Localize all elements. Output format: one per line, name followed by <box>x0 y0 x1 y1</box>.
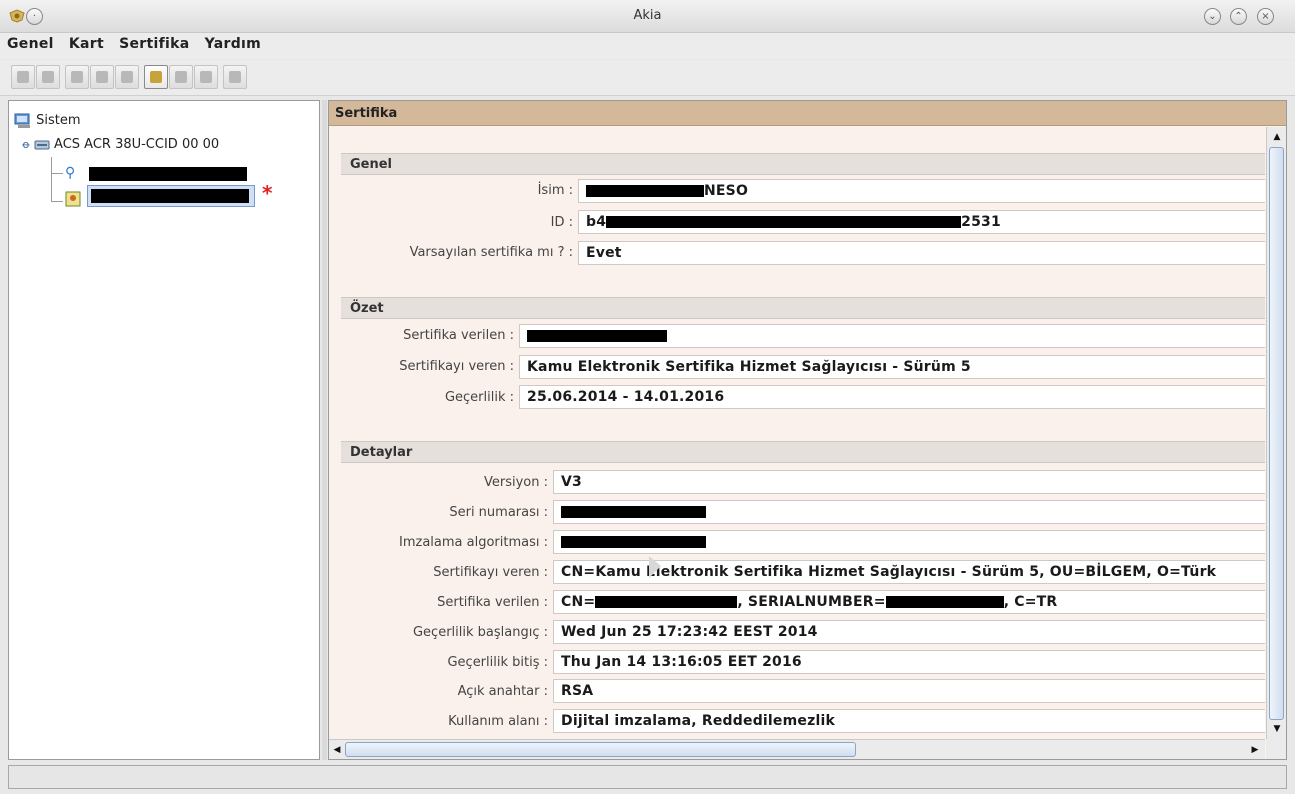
menu-genel[interactable]: Genel <box>0 33 57 52</box>
field-versiyon[interactable]: V3 <box>553 470 1265 494</box>
field-sertifikayi-veren[interactable]: Kamu Elektronik Sertifika Hizmet Sağlayı… <box>519 355 1265 379</box>
title-bar: · Akia ⌄ ⌃ × <box>0 0 1295 33</box>
redacted-text <box>606 216 962 228</box>
field-seri-numarasi[interactable] <box>553 500 1265 524</box>
maximize-button[interactable]: ⌃ <box>1230 8 1247 25</box>
field-id[interactable]: b4 2531 <box>578 210 1265 234</box>
label-kullanim-alani: Kullanım alanı : <box>448 714 548 729</box>
label-sertifika-verilen: Sertifika verilen : <box>403 328 514 343</box>
redacted-text <box>561 506 706 518</box>
label-id: ID : <box>550 215 573 230</box>
label-acik-anahtar: Açık anahtar : <box>457 684 548 699</box>
horizontal-scrollbar[interactable]: ◀ ▶ <box>329 739 1265 759</box>
label-sertifikayi-veren-detay: Sertifikayı veren : <box>433 565 548 580</box>
certificate-export-icon[interactable] <box>169 65 193 89</box>
certificate-details: Genel İsim : NESO ID : b4 2531 Varsayılan… <box>329 127 1265 739</box>
field-acik-anahtar[interactable]: RSA <box>553 679 1265 703</box>
lock-icon[interactable] <box>115 65 139 89</box>
tree-item-sistem[interactable]: Sistem <box>14 111 81 131</box>
field-kullanim-alani[interactable]: Dijital imzalama, Reddedilemezlik <box>553 709 1265 733</box>
scroll-right-icon[interactable]: ▶ <box>1247 742 1263 758</box>
menu-sertifika[interactable]: Sertifika <box>111 33 192 52</box>
label-versiyon: Versiyon : <box>483 475 548 490</box>
tree-item-certificate[interactable] <box>65 189 81 209</box>
menu-bar: Genel Kart Sertifika Yardım <box>0 33 1295 59</box>
label-gecerlilik-baslangic: Geçerlilik başlangıç : <box>412 625 548 640</box>
panel-title: Sertifika <box>329 101 1286 126</box>
vertical-scroll-thumb[interactable] <box>1269 147 1284 720</box>
field-gecerlilik-bitis[interactable]: Thu Jan 14 13:16:05 EET 2016 <box>553 650 1265 674</box>
label-isim: İsim : <box>537 183 573 198</box>
tree-connector <box>51 173 63 174</box>
card-reader-icon <box>34 140 50 149</box>
label-varsayilan: Varsayılan sertifika mı ? : <box>409 245 573 260</box>
section-genel-header: Genel <box>341 153 1265 175</box>
mouse-cursor-icon <box>649 556 661 578</box>
menu-yardim[interactable]: Yardım <box>197 33 264 52</box>
certificate-delete-icon[interactable] <box>223 65 247 89</box>
menu-kart[interactable]: Kart <box>61 33 107 52</box>
field-isim[interactable]: NESO <box>578 179 1265 203</box>
field-gecerlilik[interactable]: 25.06.2014 - 14.01.2016 <box>519 385 1265 409</box>
tree-item-label: Sistem <box>36 113 81 128</box>
label-imzalama-algoritmasi: Imzalama algoritması : <box>399 535 548 550</box>
card-connect-icon[interactable] <box>11 65 35 89</box>
default-certificate-marker-icon: * <box>262 181 273 205</box>
certificate-icon <box>65 191 81 206</box>
minimize-button[interactable]: ⌄ <box>1204 8 1221 25</box>
section-ozet-header: Özet <box>341 297 1265 319</box>
field-varsayilan[interactable]: Evet <box>578 241 1265 265</box>
certificate-panel: Sertifika Genel İsim : NESO ID : b4 2531 … <box>328 100 1287 760</box>
section-detaylar-header: Detaylar <box>341 441 1265 463</box>
scroll-down-icon[interactable]: ▼ <box>1269 721 1285 737</box>
redacted-text <box>91 189 249 203</box>
horizontal-scroll-thumb[interactable] <box>345 742 856 757</box>
close-button[interactable]: × <box>1257 8 1274 25</box>
splitter[interactable] <box>322 100 327 760</box>
tree-connector <box>51 157 52 202</box>
scrollbar-corner <box>1266 739 1286 759</box>
expand-toggle-icon[interactable]: ꝋ <box>22 138 30 151</box>
label-gecerlilik-bitis: Geçerlilik bitiş : <box>447 655 548 670</box>
redacted-text <box>885 596 1004 608</box>
redacted-text <box>527 330 667 342</box>
window-title: Akia <box>633 8 662 23</box>
redacted-text <box>561 536 706 548</box>
scroll-up-icon[interactable]: ▲ <box>1269 129 1285 145</box>
redacted-text <box>595 596 738 608</box>
computer-icon <box>14 113 30 128</box>
label-seri-numarasi: Seri numarası : <box>449 505 548 520</box>
vertical-scrollbar[interactable]: ▲ ▼ <box>1266 127 1286 739</box>
tree-item-label: ACS ACR 38U-CCID 00 00 <box>54 137 220 152</box>
field-sertifika-verilen-detay[interactable]: CN=, SERIALNUMBER=, C=TR <box>553 590 1265 614</box>
tree-item-reader[interactable]: ꝋ ACS ACR 38U-CCID 00 00 <box>22 135 219 155</box>
redacted-text <box>586 185 704 197</box>
scroll-left-icon[interactable]: ◀ <box>329 742 345 758</box>
pin-icon[interactable] <box>65 65 89 89</box>
certificate-import-icon[interactable] <box>194 65 218 89</box>
toolbar <box>0 60 1295 96</box>
field-sertifika-verilen[interactable] <box>519 324 1265 348</box>
label-sertifikayi-veren: Sertifikayı veren : <box>399 359 514 374</box>
certificate-view-icon[interactable] <box>144 65 168 89</box>
unlock-icon[interactable] <box>90 65 114 89</box>
field-imzalama-algoritmasi[interactable] <box>553 530 1265 554</box>
label-gecerlilik: Geçerlilik : <box>444 390 514 405</box>
label-sertifika-verilen-detay: Sertifika verilen : <box>437 595 548 610</box>
redacted-text <box>89 167 247 181</box>
key-icon: ⚲ <box>65 165 76 181</box>
device-tree: Sistem ꝋ ACS ACR 38U-CCID 00 00 ⚲ * <box>8 100 320 760</box>
status-bar <box>8 765 1287 789</box>
field-gecerlilik-baslangic[interactable]: Wed Jun 25 17:23:42 EEST 2014 <box>553 620 1265 644</box>
card-disconnect-icon[interactable] <box>36 65 60 89</box>
tree-connector <box>51 201 63 202</box>
tree-item-key[interactable]: ⚲ <box>65 163 75 183</box>
